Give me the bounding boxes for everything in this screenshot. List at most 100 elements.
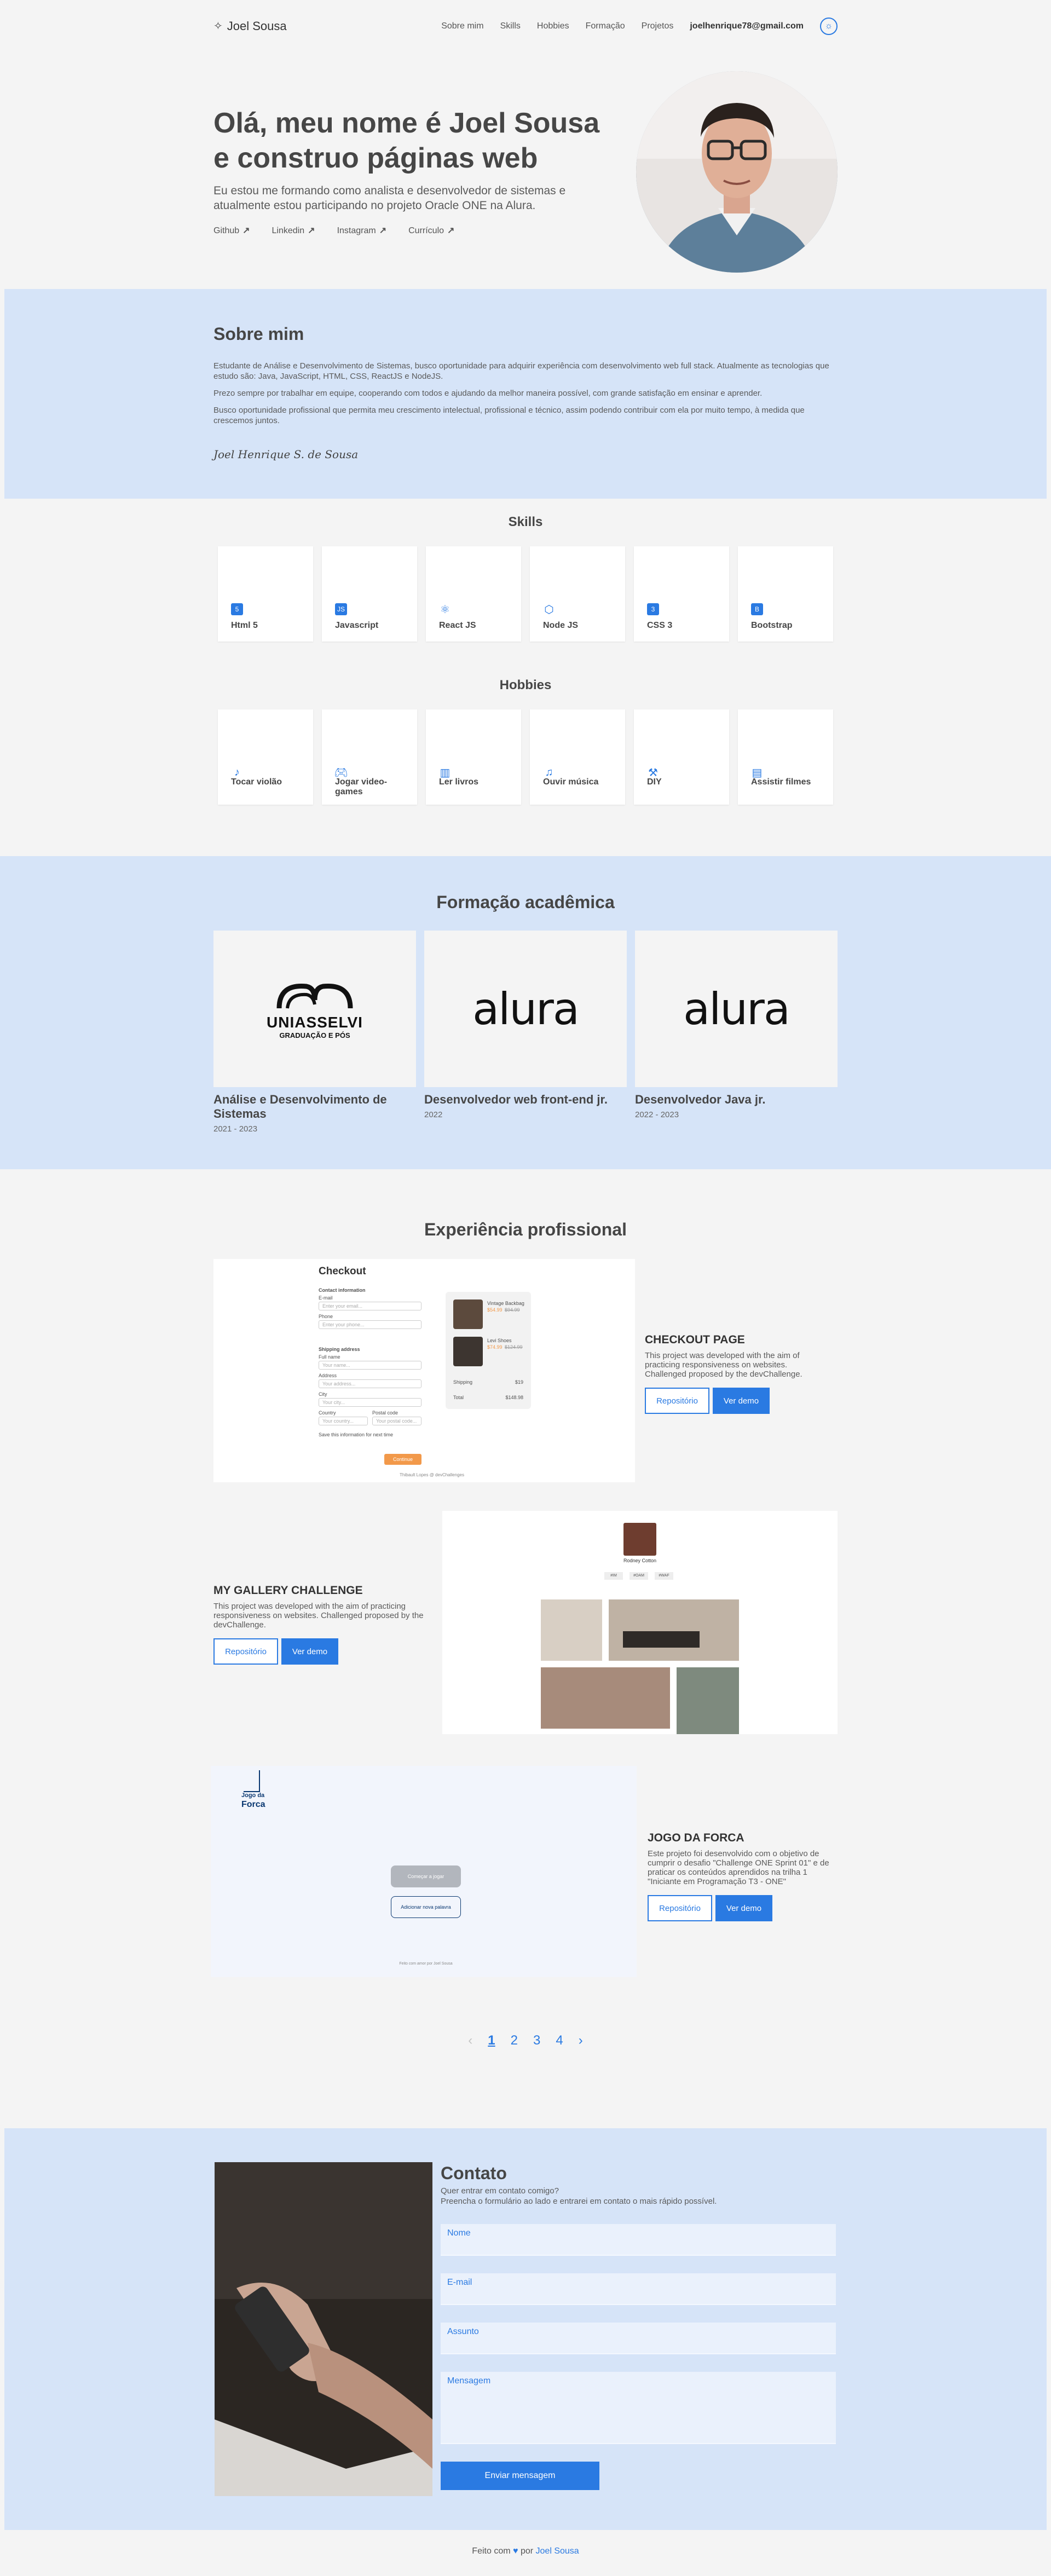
skills-title: Skills bbox=[508, 515, 543, 529]
main-nav: Sobre mim Skills Hobbies Formação Projet… bbox=[441, 17, 838, 35]
contact-photo bbox=[215, 2162, 432, 2496]
arrow-up-right-icon: ↗ bbox=[447, 226, 455, 235]
repository-button[interactable]: Repositório bbox=[645, 1388, 709, 1414]
demo-button[interactable]: Ver demo bbox=[715, 1895, 772, 1921]
demo-button[interactable]: Ver demo bbox=[713, 1388, 770, 1414]
tools-icon: ⚒ bbox=[648, 766, 658, 779]
course-name: Análise e Desenvolvimento de Sistemas bbox=[213, 1093, 387, 1120]
logo-text: Joel Sousa bbox=[227, 19, 287, 33]
send-message-button[interactable]: Enviar mensagem bbox=[441, 2462, 599, 2490]
popcorn-icon: ▤ bbox=[752, 766, 763, 779]
contact-form: Contato Quer entrar em contato comigo? P… bbox=[441, 2163, 836, 2490]
subject-field[interactable]: Assunto bbox=[441, 2323, 836, 2354]
project-gallery: MY GALLERY CHALLENGE This project was de… bbox=[213, 1511, 838, 1735]
project-checkout: Checkout Contact information E-mail Ente… bbox=[213, 1259, 838, 1483]
arrow-up-right-icon: ↗ bbox=[308, 226, 315, 235]
arrow-up-right-icon: ↗ bbox=[242, 226, 250, 235]
hobby-card-violao: ♪ Tocar violão bbox=[218, 709, 313, 805]
arrow-up-right-icon: ↗ bbox=[379, 226, 387, 235]
forca-screenshot[interactable]: Jogo da Forca Começar a jogar Adicionar … bbox=[211, 1766, 637, 1977]
course-name: Desenvolvedor Java jr. bbox=[635, 1093, 766, 1106]
email-link[interactable]: joelhenrique78@gmail.com bbox=[690, 21, 804, 31]
footer: Feito com ♥ por Joel Sousa bbox=[472, 2546, 579, 2556]
hobby-card-livros: ▥ Ler livros bbox=[426, 709, 521, 805]
css3-icon: 3 bbox=[647, 603, 659, 615]
hobby-card-diy: ⚒ DIY bbox=[634, 709, 729, 805]
nodejs-icon: ⬡ bbox=[544, 603, 554, 616]
repository-button[interactable]: Repositório bbox=[213, 1638, 278, 1665]
sun-icon: ☼ bbox=[824, 21, 833, 31]
repository-button[interactable]: Repositório bbox=[648, 1895, 712, 1921]
site-header: ✧ Joel Sousa Sobre mim Skills Hobbies Fo… bbox=[213, 0, 838, 52]
skill-card-node: ⬡ Node JS bbox=[530, 546, 625, 642]
nav-link-hobbies[interactable]: Hobbies bbox=[537, 21, 569, 31]
theme-toggle-button[interactable]: ☼ bbox=[820, 17, 838, 35]
pagination: ‹ 1 2 3 4 › bbox=[0, 2033, 1051, 2048]
hobbies-title: Hobbies bbox=[499, 678, 552, 692]
project-info: JOGO DA FORCA Este projeto foi desenvolv… bbox=[648, 1832, 834, 1921]
about-title: Sobre mim bbox=[213, 324, 304, 344]
project-title: JOGO DA FORCA bbox=[648, 1832, 744, 1844]
hobby-card-musica: ♫ Ouvir música bbox=[530, 709, 625, 805]
logo[interactable]: ✧ Joel Sousa bbox=[213, 19, 287, 33]
course-years: 2022 - 2023 bbox=[635, 1110, 679, 1119]
about-section: Sobre mim Estudante de Análise e Desenvo… bbox=[4, 289, 1047, 499]
html5-icon: 5 bbox=[231, 603, 243, 615]
nav-link-skills[interactable]: Skills bbox=[500, 21, 521, 31]
contact-title: Contato bbox=[441, 2163, 507, 2183]
about-paragraph: Prezo sempre por trabalhar em equipe, co… bbox=[213, 389, 763, 398]
hobby-card-filmes: ▤ Assistir filmes bbox=[738, 709, 833, 805]
demo-button[interactable]: Ver demo bbox=[281, 1638, 338, 1665]
project-info: MY GALLERY CHALLENGE This project was de… bbox=[213, 1584, 432, 1665]
page-link-4[interactable]: 4 bbox=[556, 2033, 563, 2048]
skill-card-html5: 5 Html 5 bbox=[218, 546, 313, 642]
profile-photo bbox=[636, 71, 838, 273]
book-icon: ▥ bbox=[440, 766, 451, 779]
email-field[interactable]: E-mail bbox=[441, 2273, 836, 2305]
name-field[interactable]: Nome bbox=[441, 2224, 836, 2256]
nav-link-sobre[interactable]: Sobre mim bbox=[441, 21, 483, 31]
page-link-2[interactable]: 2 bbox=[511, 2033, 518, 2048]
hero-subtitle: Eu estou me formando como analista e des… bbox=[213, 184, 566, 212]
hobby-card-games: 🎮︎ Jogar video-games bbox=[322, 709, 417, 805]
project-title: MY GALLERY CHALLENGE bbox=[213, 1584, 363, 1597]
about-paragraph: Busco oportunidade profissional que perm… bbox=[213, 406, 805, 425]
message-field[interactable]: Mensagem bbox=[441, 2372, 836, 2444]
react-icon: ⚛ bbox=[440, 603, 450, 616]
education-card: alura Desenvolvedor web front-end jr. 20… bbox=[424, 931, 627, 1134]
education-card: alura Desenvolvedor Java jr. 2022 - 2023 bbox=[635, 931, 838, 1134]
hero-title: Olá, meu nome é Joel Sousa e construo pá… bbox=[213, 107, 600, 174]
author-link[interactable]: Joel Sousa bbox=[536, 2546, 579, 2556]
github-link[interactable]: Github ↗ bbox=[213, 225, 250, 236]
course-name: Desenvolvedor web front-end jr. bbox=[424, 1093, 608, 1106]
page-link-1[interactable]: 1 bbox=[488, 2033, 495, 2048]
project-description: Este projeto foi desenvolvido com o obje… bbox=[648, 1849, 829, 1886]
instagram-link[interactable]: Instagram ↗ bbox=[337, 225, 387, 236]
gallery-screenshot[interactable]: Rodney Cotton #IM #OAM #WAF bbox=[442, 1511, 838, 1734]
prev-page-button[interactable]: ‹ bbox=[468, 2033, 472, 2048]
project-title: CHECKOUT PAGE bbox=[645, 1333, 745, 1346]
uniasselvi-logo: UNIASSELVI GRADUAÇÃO E PÓS bbox=[213, 931, 416, 1087]
bootstrap-icon: B bbox=[751, 603, 763, 615]
hero-section: Olá, meu nome é Joel Sousa e construo pá… bbox=[213, 52, 838, 287]
page-link-3[interactable]: 3 bbox=[533, 2033, 540, 2048]
nav-link-projetos[interactable]: Projetos bbox=[642, 21, 674, 31]
education-title: Formação acadêmica bbox=[436, 892, 615, 912]
skills-section: Skills 5 Html 5 JS Javascript ⚛ React JS ⬡ N… bbox=[0, 515, 1051, 642]
course-years: 2021 - 2023 bbox=[213, 1124, 258, 1134]
about-paragraph: Estudante de Análise e Desenvolvimento d… bbox=[213, 361, 829, 381]
nav-link-formacao[interactable]: Formação bbox=[586, 21, 625, 31]
education-section: Formação acadêmica UNIASSELVI GRADUAÇÃO … bbox=[0, 856, 1051, 1169]
curriculo-link[interactable]: Currículo ↗ bbox=[408, 225, 454, 236]
skill-card-react: ⚛ React JS bbox=[426, 546, 521, 642]
hobbies-section: Hobbies ♪ Tocar violão 🎮︎ Jogar video-game… bbox=[0, 678, 1051, 805]
project-info: CHECKOUT PAGE This project was developed… bbox=[645, 1333, 831, 1414]
course-years: 2022 bbox=[424, 1110, 443, 1119]
contact-section: Contato Quer entrar em contato comigo? P… bbox=[4, 2128, 1047, 2530]
heart-icon: ♥ bbox=[513, 2546, 518, 2556]
education-card: UNIASSELVI GRADUAÇÃO E PÓS Análise e Des… bbox=[213, 931, 416, 1134]
linkedin-link[interactable]: Linkedin ↗ bbox=[272, 225, 315, 236]
checkout-screenshot[interactable]: Checkout Contact information E-mail Ente… bbox=[213, 1259, 635, 1482]
next-page-button[interactable]: › bbox=[579, 2033, 583, 2048]
skill-card-css3: 3 CSS 3 bbox=[634, 546, 729, 642]
